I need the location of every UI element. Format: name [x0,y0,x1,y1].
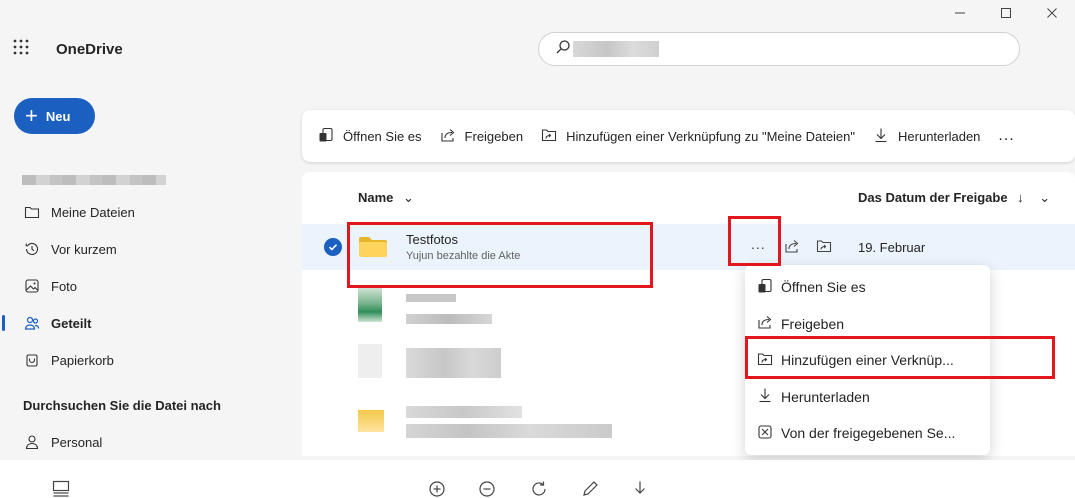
sidebar-item-my-files[interactable]: Meine Dateien [0,197,290,227]
sidebar-item-photos[interactable]: Foto [0,271,290,301]
download-icon [757,387,781,406]
redacted-text [406,406,522,418]
zoom-in-icon[interactable] [428,480,446,498]
context-menu: Öffnen Sie es Freigeben Hinzufügen einer… [745,265,990,455]
chevron-down-icon: ⌄ [1039,190,1051,205]
file-name[interactable]: Testfotos [406,232,458,247]
minimize-button[interactable] [937,0,983,28]
search-redacted-text [573,41,659,57]
share-icon [757,314,781,333]
browse-heading: Durchsuchen Sie die Datei nach [23,398,221,413]
sidebar-item-label: Papierkorb [51,352,114,368]
sidebar-item-recent[interactable]: Vor kurzem [0,234,290,264]
column-date-label: Das Datum der Freigabe [858,190,1008,205]
redacted-text [406,294,456,302]
add-shortcut-label: Hinzufügen einer Verknüpfung zu "Meine D… [566,128,856,144]
redacted-text [406,314,492,324]
sidebar-item-label: Vor kurzem [51,241,117,257]
file-icon-redacted [358,344,382,378]
person-icon [24,434,40,450]
table-row[interactable]: Testfotos Yujun bezahlte die Akte ... 19… [302,224,1075,270]
file-icon-redacted [358,288,382,322]
add-shortcut-button[interactable]: Hinzufügen einer Verknüpfung zu "Meine D… [541,127,855,146]
zoom-out-icon[interactable] [478,480,496,498]
chevron-down-icon: ⌄ [403,190,414,205]
download-button[interactable]: Herunterladen [873,127,980,146]
window-controls [937,0,1075,28]
menu-item-label: Herunterladen [781,388,870,405]
open-label: Öffnen Sie es [343,128,422,144]
share-icon[interactable] [784,238,800,254]
shared-date: 19. Februar [858,240,926,255]
minimize-icon [954,6,966,22]
add-shortcut-icon[interactable] [816,238,832,254]
close-icon [1046,6,1058,22]
sidebar-item-recycle-bin[interactable]: Papierkorb [0,345,290,375]
column-name-label: Name [358,190,394,205]
user-name-redacted [22,175,166,185]
bottom-toolbar [0,460,1075,498]
menu-item-label: Von der freigegebenen Se... [781,425,956,442]
menu-item-label: Öffnen Sie es [781,279,866,296]
open-icon [757,278,781,297]
new-button[interactable]: + Neu [14,98,95,134]
column-header-name[interactable]: Name ⌄ [358,190,414,206]
history-icon [24,241,40,257]
sidebar-item-label: Personal [51,434,103,450]
command-bar: Öffnen Sie es Freigeben Hinzufügen einer… [302,110,1075,162]
share-icon [440,127,465,146]
menu-item-share[interactable]: Freigeben [745,306,990,343]
download-icon[interactable] [631,480,649,498]
more-options-button[interactable]: ... [998,127,1014,145]
file-subtitle: Yujun bezahlte die Akte [406,250,521,262]
share-button[interactable]: Freigeben [440,127,524,146]
row-more-button[interactable]: ... [751,236,766,252]
search-icon [555,39,571,60]
app-title: OneDrive [56,41,123,58]
trash-icon [24,352,40,368]
folder-icon-redacted [358,410,384,432]
download-label: Herunterladen [898,128,981,144]
checkmark-icon[interactable] [324,238,342,256]
plus-icon: + [25,103,38,128]
people-icon [24,315,40,331]
menu-item-label: Freigeben [781,315,845,332]
maximize-icon [1000,6,1012,22]
remove-icon [757,424,781,443]
menu-item-open[interactable]: Öffnen Sie es [745,269,990,306]
sidebar-item-personal[interactable]: Personal [0,427,290,457]
menu-item-label: Hinzufügen einer Verknüp... [781,352,954,369]
column-header-date[interactable]: Das Datum der Freigabe ↓ ⌄ [858,190,1050,206]
top-bar: OneDrive [0,30,1075,70]
layout-icon[interactable] [52,480,70,498]
add-shortcut-icon [757,351,781,370]
redacted-text [406,348,501,378]
open-button[interactable]: Öffnen Sie es [318,127,422,146]
menu-item-remove-shared[interactable]: Von der freigegebenen Se... [745,415,990,452]
folder-icon [24,204,40,220]
download-icon [873,127,898,146]
sort-down-icon: ↓ [1017,190,1024,205]
close-button[interactable] [1029,0,1075,28]
redacted-text [406,424,612,438]
sidebar-item-label: Foto [51,278,78,294]
photo-icon [24,278,40,294]
menu-item-download[interactable]: Herunterladen [745,379,990,416]
sidebar-item-shared[interactable]: Geteilt [0,308,290,338]
list-header: Name ⌄ Das Datum der Freigabe ↓ ⌄ [302,172,1075,218]
folder-icon [358,236,388,258]
pencil-icon[interactable] [581,480,599,498]
new-button-label: Neu [45,108,71,124]
sidebar-item-label: Meine Dateien [51,204,135,220]
search-box[interactable] [538,32,1020,66]
open-icon [318,127,343,146]
share-label: Freigeben [464,128,524,144]
add-shortcut-icon [541,127,566,146]
sidebar-item-label: Geteilt [51,315,92,331]
app-launcher-icon[interactable] [12,38,30,56]
maximize-button[interactable] [983,0,1029,28]
rotate-icon[interactable] [530,480,548,498]
menu-item-add-shortcut[interactable]: Hinzufügen einer Verknüp... [745,342,990,379]
